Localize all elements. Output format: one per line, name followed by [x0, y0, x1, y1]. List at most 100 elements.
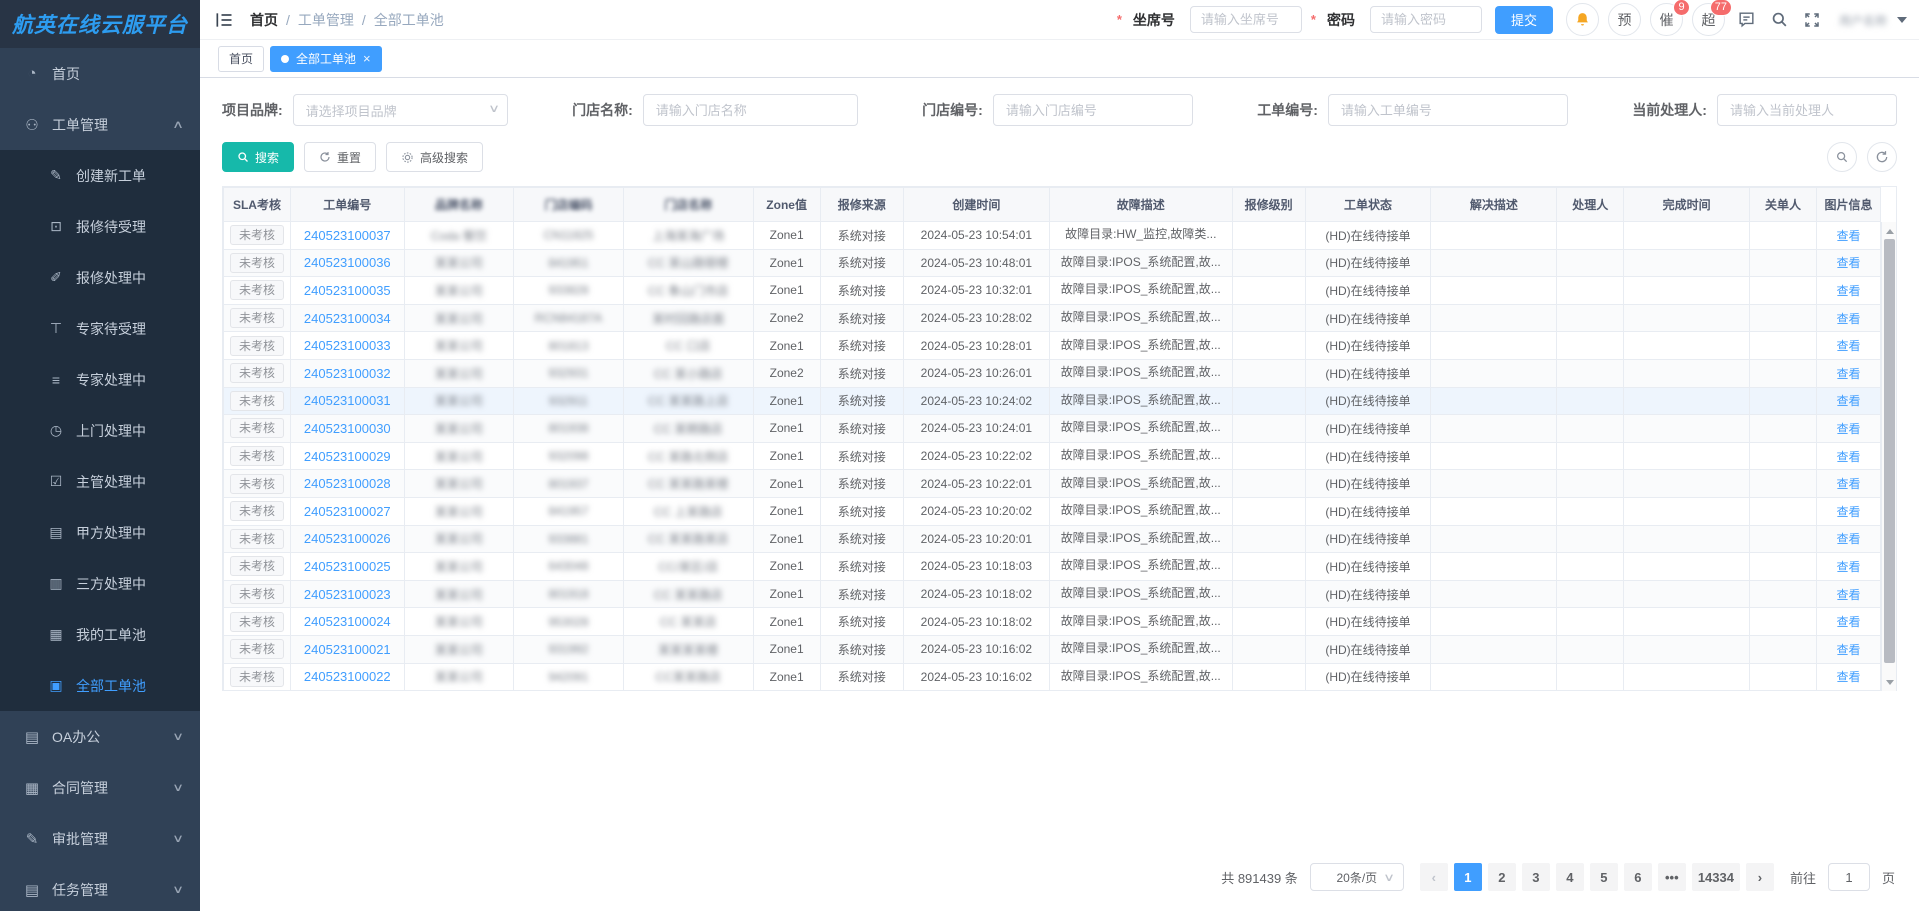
fullscreen-button[interactable]	[1800, 8, 1824, 32]
order-number-link[interactable]: 240523100031	[304, 393, 391, 408]
table-row[interactable]: 未考核240523100029某某公司932098CC 某路北侧店Zone1系统…	[224, 442, 1881, 470]
sidebar-item-3[interactable]: ✎创建新工单	[0, 150, 200, 201]
filter-input-2[interactable]	[643, 94, 858, 126]
view-images-link[interactable]: 查看	[1836, 284, 1860, 298]
filter-input-4[interactable]	[1328, 94, 1568, 126]
page-button-5[interactable]: 5	[1590, 863, 1618, 891]
reset-button[interactable]: 重置	[304, 142, 376, 172]
table-row[interactable]: 未考核240523100024某某公司953028CC 某某店Zone1系统对接…	[224, 608, 1881, 636]
table-row[interactable]: 未考核240523100021某某公司931992某某某某楼Zone1系统对接2…	[224, 635, 1881, 663]
tab-2[interactable]: 全部工单池×	[270, 46, 382, 72]
project-brand-select[interactable]: 请选择项目品牌	[293, 94, 508, 126]
order-number-link[interactable]: 240523100035	[304, 283, 391, 298]
table-row[interactable]: 未考核240523100035某某公司933828CC 象山门市店Zone1系统…	[224, 277, 1881, 305]
table-row[interactable]: 未考核240523100032某某公司932931CC 某小路店Zone2系统对…	[224, 359, 1881, 387]
scroll-down-icon[interactable]	[1882, 675, 1897, 689]
order-number-link[interactable]: 240523100034	[304, 311, 391, 326]
table-row[interactable]: 未考核240523100030某某公司801938CC 某期路店Zone1系统对…	[224, 415, 1881, 443]
view-images-link[interactable]: 查看	[1836, 505, 1860, 519]
urge-alert-button[interactable]: 催 9	[1650, 3, 1683, 36]
prev-page-button[interactable]: ‹	[1420, 863, 1448, 891]
table-row[interactable]: 未考核240523100028某某公司801937CC 某某路某楼Zone1系统…	[224, 470, 1881, 498]
view-images-link[interactable]: 查看	[1836, 312, 1860, 326]
page-button-14334[interactable]: 14334	[1692, 863, 1740, 891]
sidebar-item-6[interactable]: ⊤专家待受理	[0, 303, 200, 354]
sidebar-item-8[interactable]: ◷上门处理中	[0, 405, 200, 456]
sidebar-item-16[interactable]: ✎审批管理∨	[0, 813, 200, 864]
sidebar-item-12[interactable]: ▦我的工单池	[0, 609, 200, 660]
order-number-link[interactable]: 240523100028	[304, 476, 391, 491]
global-search-button[interactable]	[1767, 8, 1791, 32]
page-button-6[interactable]: 6	[1624, 863, 1652, 891]
table-refresh-button[interactable]	[1867, 142, 1897, 172]
sidebar-item-1[interactable]: ◔首页	[0, 48, 200, 99]
sidebar-item-7[interactable]: ≡专家处理中	[0, 354, 200, 405]
view-images-link[interactable]: 查看	[1836, 422, 1860, 436]
page-button-4[interactable]: 4	[1556, 863, 1584, 891]
sidebar-item-14[interactable]: ▤OA办公∨	[0, 711, 200, 762]
sidebar-item-13[interactable]: ▣全部工单池	[0, 660, 200, 711]
view-images-link[interactable]: 查看	[1836, 670, 1860, 684]
search-button[interactable]: 搜索	[222, 142, 294, 172]
notification-bell-button[interactable]	[1566, 3, 1599, 36]
breadcrumb-item[interactable]: 首页	[250, 10, 278, 30]
order-number-link[interactable]: 240523100024	[304, 614, 391, 629]
order-number-link[interactable]: 240523100022	[304, 669, 391, 684]
table-row[interactable]: 未考核240523100027某某公司841957CC 上某路店Zone1系统对…	[224, 497, 1881, 525]
order-number-link[interactable]: 240523100033	[304, 338, 391, 353]
sidebar-item-17[interactable]: ▤任务管理∨	[0, 864, 200, 911]
password-input[interactable]	[1370, 6, 1482, 33]
order-number-link[interactable]: 240523100032	[304, 366, 391, 381]
user-menu[interactable]: 用户名称	[1839, 12, 1907, 28]
view-images-link[interactable]: 查看	[1836, 532, 1860, 546]
view-images-link[interactable]: 查看	[1836, 643, 1860, 657]
seat-input[interactable]	[1190, 6, 1302, 33]
goto-page-input[interactable]	[1828, 863, 1870, 891]
sidebar-item-2[interactable]: ⚇工单管理∧	[0, 99, 200, 150]
order-number-link[interactable]: 240523100030	[304, 421, 391, 436]
table-row[interactable]: 未考核240523100036某某公司841951CC 某山路银楼Zone1系统…	[224, 249, 1881, 277]
table-row[interactable]: 未考核240523100023某某公司801918CC 某某路店Zone1系统对…	[224, 580, 1881, 608]
sidebar-item-9[interactable]: ☑主管处理中	[0, 456, 200, 507]
page-button-3[interactable]: 3	[1522, 863, 1550, 891]
more-pages-button[interactable]: •••	[1658, 863, 1686, 891]
view-images-link[interactable]: 查看	[1836, 367, 1860, 381]
order-number-link[interactable]: 240523100025	[304, 559, 391, 574]
order-number-link[interactable]: 240523100036	[304, 255, 391, 270]
menu-collapse-icon[interactable]	[214, 9, 236, 31]
view-images-link[interactable]: 查看	[1836, 450, 1860, 464]
close-icon[interactable]: ×	[363, 52, 371, 65]
table-search-toggle-button[interactable]	[1827, 142, 1857, 172]
submit-button[interactable]: 提交	[1495, 6, 1553, 34]
page-button-1[interactable]: 1	[1454, 863, 1482, 891]
order-number-link[interactable]: 240523100037	[304, 228, 391, 243]
view-images-link[interactable]: 查看	[1836, 560, 1860, 574]
table-row[interactable]: 未考核240523100031某某公司932911CC 某某路上店Zone1系统…	[224, 387, 1881, 415]
overdue-alert-button[interactable]: 超 77	[1692, 3, 1725, 36]
view-images-link[interactable]: 查看	[1836, 588, 1860, 602]
view-images-link[interactable]: 查看	[1836, 394, 1860, 408]
sidebar-item-15[interactable]: ▦合同管理∨	[0, 762, 200, 813]
filter-input-5[interactable]	[1717, 94, 1897, 126]
message-button[interactable]	[1734, 8, 1758, 32]
pre-alert-button[interactable]: 预	[1608, 3, 1641, 36]
table-scrollbar[interactable]	[1881, 222, 1896, 691]
view-images-link[interactable]: 查看	[1836, 477, 1860, 491]
table-row[interactable]: 未考核240523100037Coda 餐饮CN11825上海某海广场Zone1…	[224, 222, 1881, 250]
page-button-2[interactable]: 2	[1488, 863, 1516, 891]
view-images-link[interactable]: 查看	[1836, 256, 1860, 270]
order-number-link[interactable]: 240523100027	[304, 504, 391, 519]
order-number-link[interactable]: 240523100026	[304, 531, 391, 546]
sidebar-item-10[interactable]: ▤甲方处理中	[0, 507, 200, 558]
advanced-search-button[interactable]: 高级搜索	[386, 142, 483, 172]
sidebar-item-5[interactable]: ✐报修处理中	[0, 252, 200, 303]
filter-input-3[interactable]	[993, 94, 1193, 126]
table-row[interactable]: 未考核240523100034某某公司RCN84187A某时回路店面Zone2系…	[224, 304, 1881, 332]
order-number-link[interactable]: 240523100021	[304, 642, 391, 657]
table-row[interactable]: 未考核240523100022某某公司942091CC某某路店Zone1系统对接…	[224, 663, 1881, 691]
table-row[interactable]: 未考核240523100033某某公司801813CC 口店Zone1系统对接2…	[224, 332, 1881, 360]
sidebar-item-4[interactable]: ⊡报修待受理	[0, 201, 200, 252]
order-number-link[interactable]: 240523100023	[304, 587, 391, 602]
view-images-link[interactable]: 查看	[1836, 615, 1860, 629]
table-row[interactable]: 未考核240523100025某某公司643048CC/某区/店Zone1系统对…	[224, 553, 1881, 581]
